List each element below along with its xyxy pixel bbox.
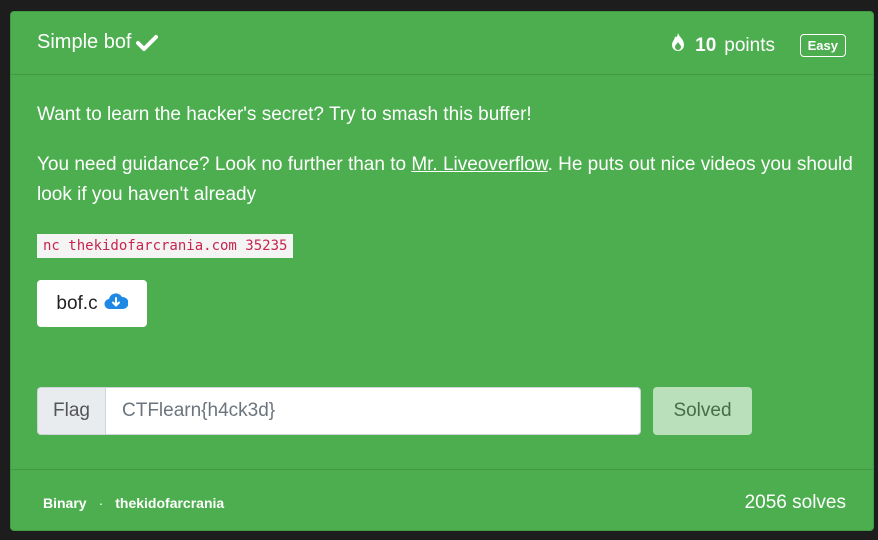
description-guidance: You need guidance? Look no further than …: [37, 150, 857, 210]
flag-input-group: Flag: [37, 387, 641, 435]
flag-label: Flag: [37, 387, 105, 435]
challenge-tags: Binary · thekidofarcrania: [43, 495, 224, 511]
challenge-title-row: Simple bof: [37, 31, 158, 54]
netcat-command: nc thekidofarcrania.com 35235: [37, 234, 294, 258]
card-footer: Binary · thekidofarcrania 2056 solves: [11, 469, 873, 531]
challenge-title: Simple bof: [37, 31, 132, 53]
solves-count: 2056 solves: [744, 492, 846, 513]
card-header: Simple bof 10 points Easy: [11, 12, 873, 75]
category-tag[interactable]: Binary: [43, 495, 87, 511]
description-guidance-before: You need guidance? Look no further than …: [37, 154, 412, 175]
liveoverflow-link[interactable]: Mr. Liveoverflow: [411, 154, 547, 175]
challenge-card: Simple bof 10 points Easy Want to learn …: [10, 11, 874, 531]
file-name: bof.c: [56, 292, 98, 314]
solved-button[interactable]: Solved: [653, 387, 752, 435]
flag-input[interactable]: [105, 387, 641, 435]
check-icon: [135, 34, 158, 52]
cloud-download-icon: [104, 292, 129, 316]
points-value: 10: [695, 34, 717, 56]
description-intro: Want to learn the hacker's secret? Try t…: [37, 104, 532, 125]
difficulty-badge: Easy: [799, 34, 846, 57]
tag-separator: ·: [98, 495, 104, 511]
download-file-button[interactable]: bof.c: [37, 280, 147, 327]
fire-icon: [669, 32, 687, 59]
points-label: points: [724, 34, 775, 56]
author-tag[interactable]: thekidofarcrania: [115, 495, 224, 511]
points-display: 10 points: [669, 32, 775, 59]
